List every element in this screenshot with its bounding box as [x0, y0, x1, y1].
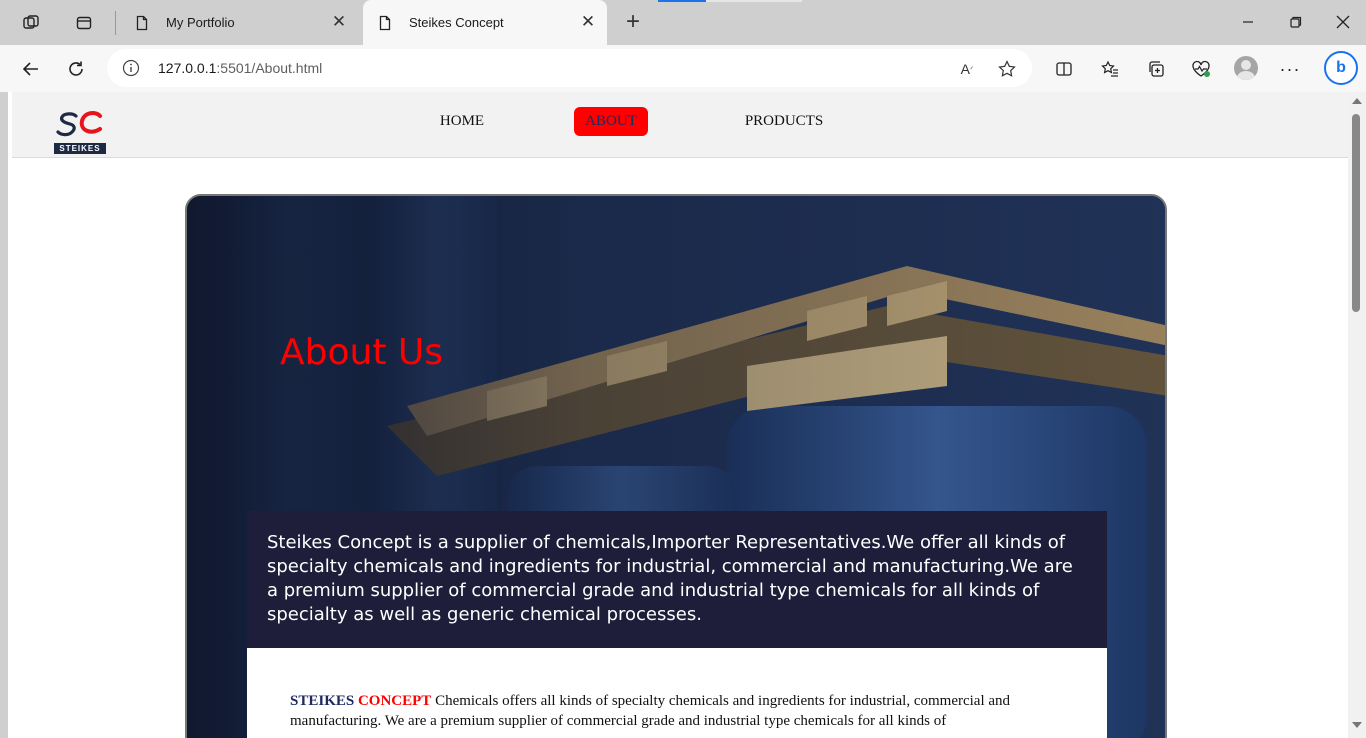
- tab-separator: [115, 11, 116, 35]
- brand-steikes: STEIKES: [290, 693, 355, 709]
- logo-word: STEIKES: [54, 143, 106, 154]
- page-icon: [136, 15, 148, 30]
- close-tab-icon[interactable]: ✕: [330, 12, 348, 31]
- scrollbar-thumb[interactable]: [1352, 114, 1360, 312]
- site-info-icon[interactable]: [122, 59, 140, 77]
- minimize-icon[interactable]: [1236, 10, 1260, 34]
- nav-home[interactable]: HOME: [422, 107, 502, 136]
- close-tab-icon[interactable]: ✕: [579, 12, 597, 31]
- page-viewport: STEIKES HOME ABOUT PRODUCTS About Us Ste…: [8, 92, 1348, 738]
- favorites-icon[interactable]: [1097, 56, 1123, 82]
- refresh-icon[interactable]: [63, 56, 89, 82]
- brand-concept: CONCEPT: [357, 693, 432, 709]
- url-host: 127.0.0.1: [158, 60, 217, 76]
- copilot-icon[interactable]: b: [1324, 51, 1358, 85]
- collections-icon[interactable]: [1143, 56, 1169, 82]
- tab-steikes-concept[interactable]: Steikes Concept ✕: [363, 0, 607, 45]
- new-tab-button[interactable]: +: [620, 10, 646, 35]
- tab-title: My Portfolio: [166, 15, 235, 30]
- url-text[interactable]: 127.0.0.1:5501/About.html: [158, 60, 322, 76]
- nav-about[interactable]: ABOUT: [574, 107, 648, 136]
- more-menu-icon[interactable]: ···: [1277, 56, 1303, 82]
- workspaces-icon[interactable]: [20, 12, 42, 34]
- read-aloud-icon[interactable]: Aᐟ: [957, 59, 977, 79]
- restore-icon[interactable]: [1284, 10, 1308, 34]
- site-logo[interactable]: STEIKES: [54, 108, 106, 155]
- favorite-star-icon[interactable]: [997, 59, 1017, 79]
- intro-panel: Steikes Concept is a supplier of chemica…: [247, 511, 1107, 649]
- address-bar[interactable]: 127.0.0.1:5501/About.html Aᐟ: [107, 49, 1032, 87]
- page-title: About Us: [280, 332, 443, 373]
- scroll-up-icon[interactable]: [1352, 98, 1362, 104]
- site-navbar: STEIKES HOME ABOUT PRODUCTS: [12, 92, 1348, 158]
- tab-actions-icon[interactable]: [73, 12, 95, 34]
- page-icon: [379, 15, 391, 30]
- back-icon[interactable]: [18, 56, 44, 82]
- url-path: :5501/About.html: [216, 60, 323, 76]
- tab-title: Steikes Concept: [409, 15, 504, 30]
- browser-essentials-icon[interactable]: [1188, 56, 1214, 82]
- loading-indicator: [658, 0, 706, 2]
- logo-mark-icon: [56, 111, 102, 137]
- browser-toolbar: 127.0.0.1:5501/About.html Aᐟ ··· b: [0, 45, 1366, 92]
- page-scrollbar[interactable]: [1348, 92, 1366, 738]
- detail-paragraph: STEIKES CONCEPT Chemicals offers all kin…: [290, 691, 1064, 731]
- split-screen-icon[interactable]: [1051, 56, 1077, 82]
- tab-my-portfolio[interactable]: My Portfolio ✕: [120, 0, 358, 45]
- profile-avatar[interactable]: [1234, 56, 1258, 80]
- loading-track: [706, 0, 802, 2]
- close-window-icon[interactable]: [1331, 10, 1355, 34]
- intro-text: Steikes Concept is a supplier of chemica…: [267, 532, 1073, 625]
- scroll-down-icon[interactable]: [1352, 722, 1362, 728]
- about-hero: About Us Steikes Concept is a supplier o…: [185, 194, 1167, 738]
- nav-products[interactable]: PRODUCTS: [732, 107, 836, 136]
- detail-panel: STEIKES CONCEPT Chemicals offers all kin…: [247, 648, 1107, 738]
- tab-strip: My Portfolio ✕ Steikes Concept ✕ +: [0, 0, 1366, 45]
